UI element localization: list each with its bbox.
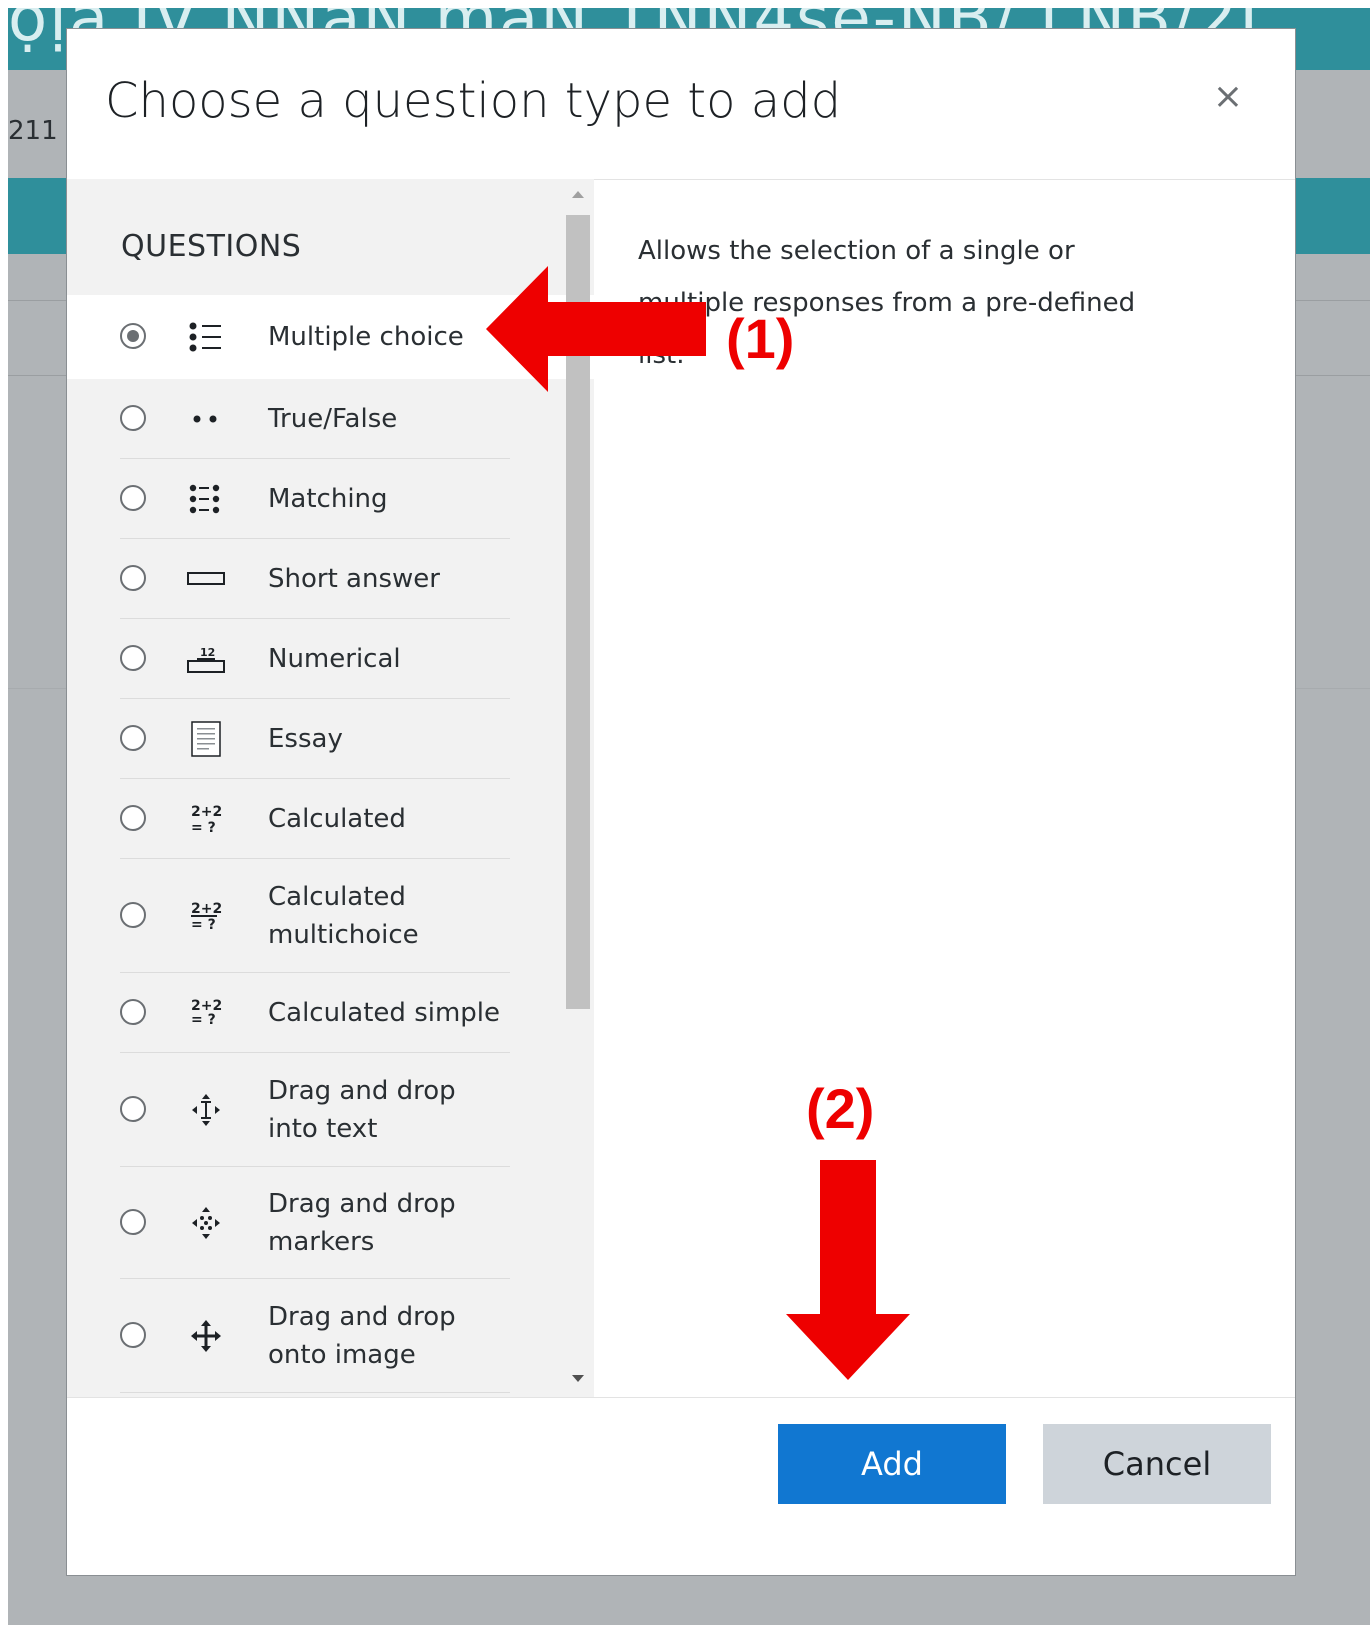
option-label: Drag and drop onto image: [268, 1301, 456, 1370]
dialog-header: Choose a question type to add ×: [67, 29, 1295, 180]
radio-button[interactable]: [120, 323, 146, 349]
calculated-icon-top: 2+2: [191, 804, 222, 820]
radio-button[interactable]: [120, 804, 146, 831]
radio-button[interactable]: [120, 1208, 146, 1235]
scroll-down-arrow-icon[interactable]: [572, 1375, 584, 1382]
option-drag-drop-markers[interactable]: Drag and drop markers: [67, 1167, 594, 1279]
multiple-choice-icon: [186, 319, 226, 355]
question-type-list: Multiple choice True/False Matching Shor…: [67, 295, 594, 1393]
option-label: Short answer: [268, 563, 440, 594]
radio-button[interactable]: [120, 644, 146, 671]
calculated-icon: 2+2 = ?: [186, 801, 226, 837]
radio-button[interactable]: [120, 998, 146, 1025]
short-answer-icon: [186, 561, 226, 597]
close-button[interactable]: ×: [1213, 79, 1243, 115]
option-drag-drop-onto-image[interactable]: Drag and drop onto image: [67, 1279, 594, 1393]
background-number: 211: [8, 116, 58, 146]
numerical-icon-text: 12: [200, 646, 215, 659]
radio-button[interactable]: [120, 484, 146, 511]
option-short-answer[interactable]: Short answer: [67, 539, 594, 619]
dialog-footer: Add Cancel: [67, 1397, 1295, 1577]
option-label: True/False: [268, 403, 398, 434]
drag-drop-image-icon: [186, 1318, 226, 1354]
option-label: Essay: [268, 723, 343, 754]
annotation-label-2: (2): [806, 1077, 875, 1140]
calculated-icon-top: 2+2: [191, 901, 222, 917]
option-calculated-multichoice[interactable]: 2+2 = ? Calculated multichoice: [67, 859, 594, 973]
calculated-simple-icon: 2+2 = ?: [186, 995, 226, 1031]
question-type-description: Allows the selection of a single or mult…: [638, 236, 1136, 370]
drag-drop-markers-icon: [186, 1205, 226, 1241]
option-matching[interactable]: Matching: [67, 459, 594, 539]
section-title: QUESTIONS: [121, 229, 302, 264]
option-calculated[interactable]: 2+2 = ? Calculated: [67, 779, 594, 859]
option-label: Multiple choice: [268, 322, 464, 352]
option-label: Drag and drop into text: [268, 1075, 456, 1144]
option-calculated-simple[interactable]: 2+2 = ? Calculated simple: [67, 973, 594, 1053]
question-type-dialog: Choose a question type to add × QUESTION…: [66, 28, 1296, 1576]
calculated-icon-bottom: = ?: [191, 820, 216, 836]
essay-icon: [186, 720, 226, 757]
numerical-icon: 12: [186, 641, 226, 677]
calculated-multichoice-icon: 2+2 = ?: [186, 898, 226, 934]
option-label: Calculated multichoice: [268, 881, 419, 950]
option-numerical[interactable]: 12 Numerical: [67, 619, 594, 699]
radio-button[interactable]: [120, 404, 146, 431]
matching-icon: [186, 481, 226, 517]
radio-button[interactable]: [120, 901, 146, 928]
option-label: Drag and drop markers: [268, 1188, 456, 1257]
option-label: Calculated: [268, 803, 406, 834]
radio-button[interactable]: [120, 1321, 146, 1348]
add-button[interactable]: Add: [778, 1424, 1006, 1504]
option-label: Calculated simple: [268, 997, 501, 1028]
top-caption-strip: [0, 0, 1370, 8]
cancel-button[interactable]: Cancel: [1043, 1424, 1271, 1504]
calculated-icon-bottom: = ?: [191, 917, 216, 933]
dialog-title: Choose a question type to add: [105, 73, 842, 129]
radio-button[interactable]: [120, 1095, 146, 1122]
scroll-up-arrow-icon[interactable]: [572, 191, 584, 198]
drag-drop-text-icon: [186, 1092, 226, 1128]
true-false-icon: [186, 401, 226, 437]
radio-button[interactable]: [120, 724, 146, 751]
annotation-arrow-left-icon: [486, 266, 706, 392]
calculated-icon-bottom: = ?: [191, 1012, 216, 1028]
annotation-arrow-down-icon: [786, 1160, 910, 1380]
option-label: Numerical: [268, 643, 401, 674]
option-label: Matching: [268, 483, 388, 514]
option-drag-drop-into-text[interactable]: Drag and drop into text: [67, 1053, 594, 1167]
annotation-label-1: (1): [726, 307, 795, 370]
radio-button[interactable]: [120, 564, 146, 591]
option-essay[interactable]: Essay: [67, 699, 594, 779]
